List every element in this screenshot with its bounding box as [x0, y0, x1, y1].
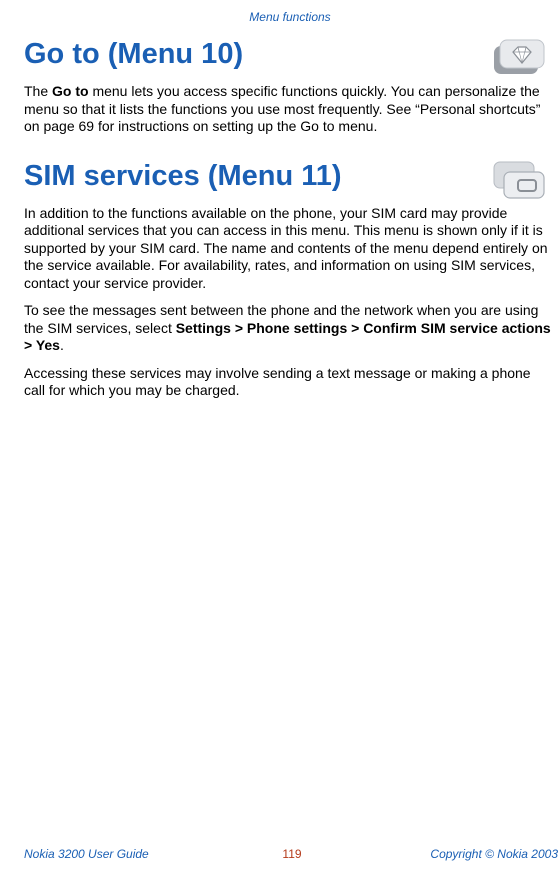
sim-services-cards-icon: [492, 160, 546, 200]
heading-go-to: Go to (Menu 10): [24, 38, 556, 71]
paragraph-sim-3: Accessing these services may involve sen…: [24, 365, 556, 400]
go-to-diamond-icon: [492, 38, 546, 76]
paragraph-sim-1: In addition to the functions available o…: [24, 205, 556, 293]
paragraph-sim-2: To see the messages sent between the pho…: [24, 302, 556, 355]
footer-guide-title: Nokia 3200 User Guide: [24, 847, 149, 861]
footer-copyright: Copyright © Nokia 2003: [430, 847, 560, 861]
section-go-to: Go to (Menu 10) The Go to menu lets you …: [24, 38, 556, 136]
bold-go-to: Go to: [52, 83, 89, 99]
sim-para2-post: .: [60, 337, 64, 353]
paragraph-go-to: The Go to menu lets you access specific …: [24, 83, 556, 136]
heading-sim-services: SIM services (Menu 11): [24, 160, 556, 193]
footer-page-number: 119: [282, 847, 301, 861]
header-section-label: Menu functions: [24, 10, 556, 24]
section-sim-services: SIM services (Menu 11) In addition to th…: [24, 160, 556, 400]
page-footer: Nokia 3200 User Guide 119 Copyright © No…: [24, 847, 560, 861]
